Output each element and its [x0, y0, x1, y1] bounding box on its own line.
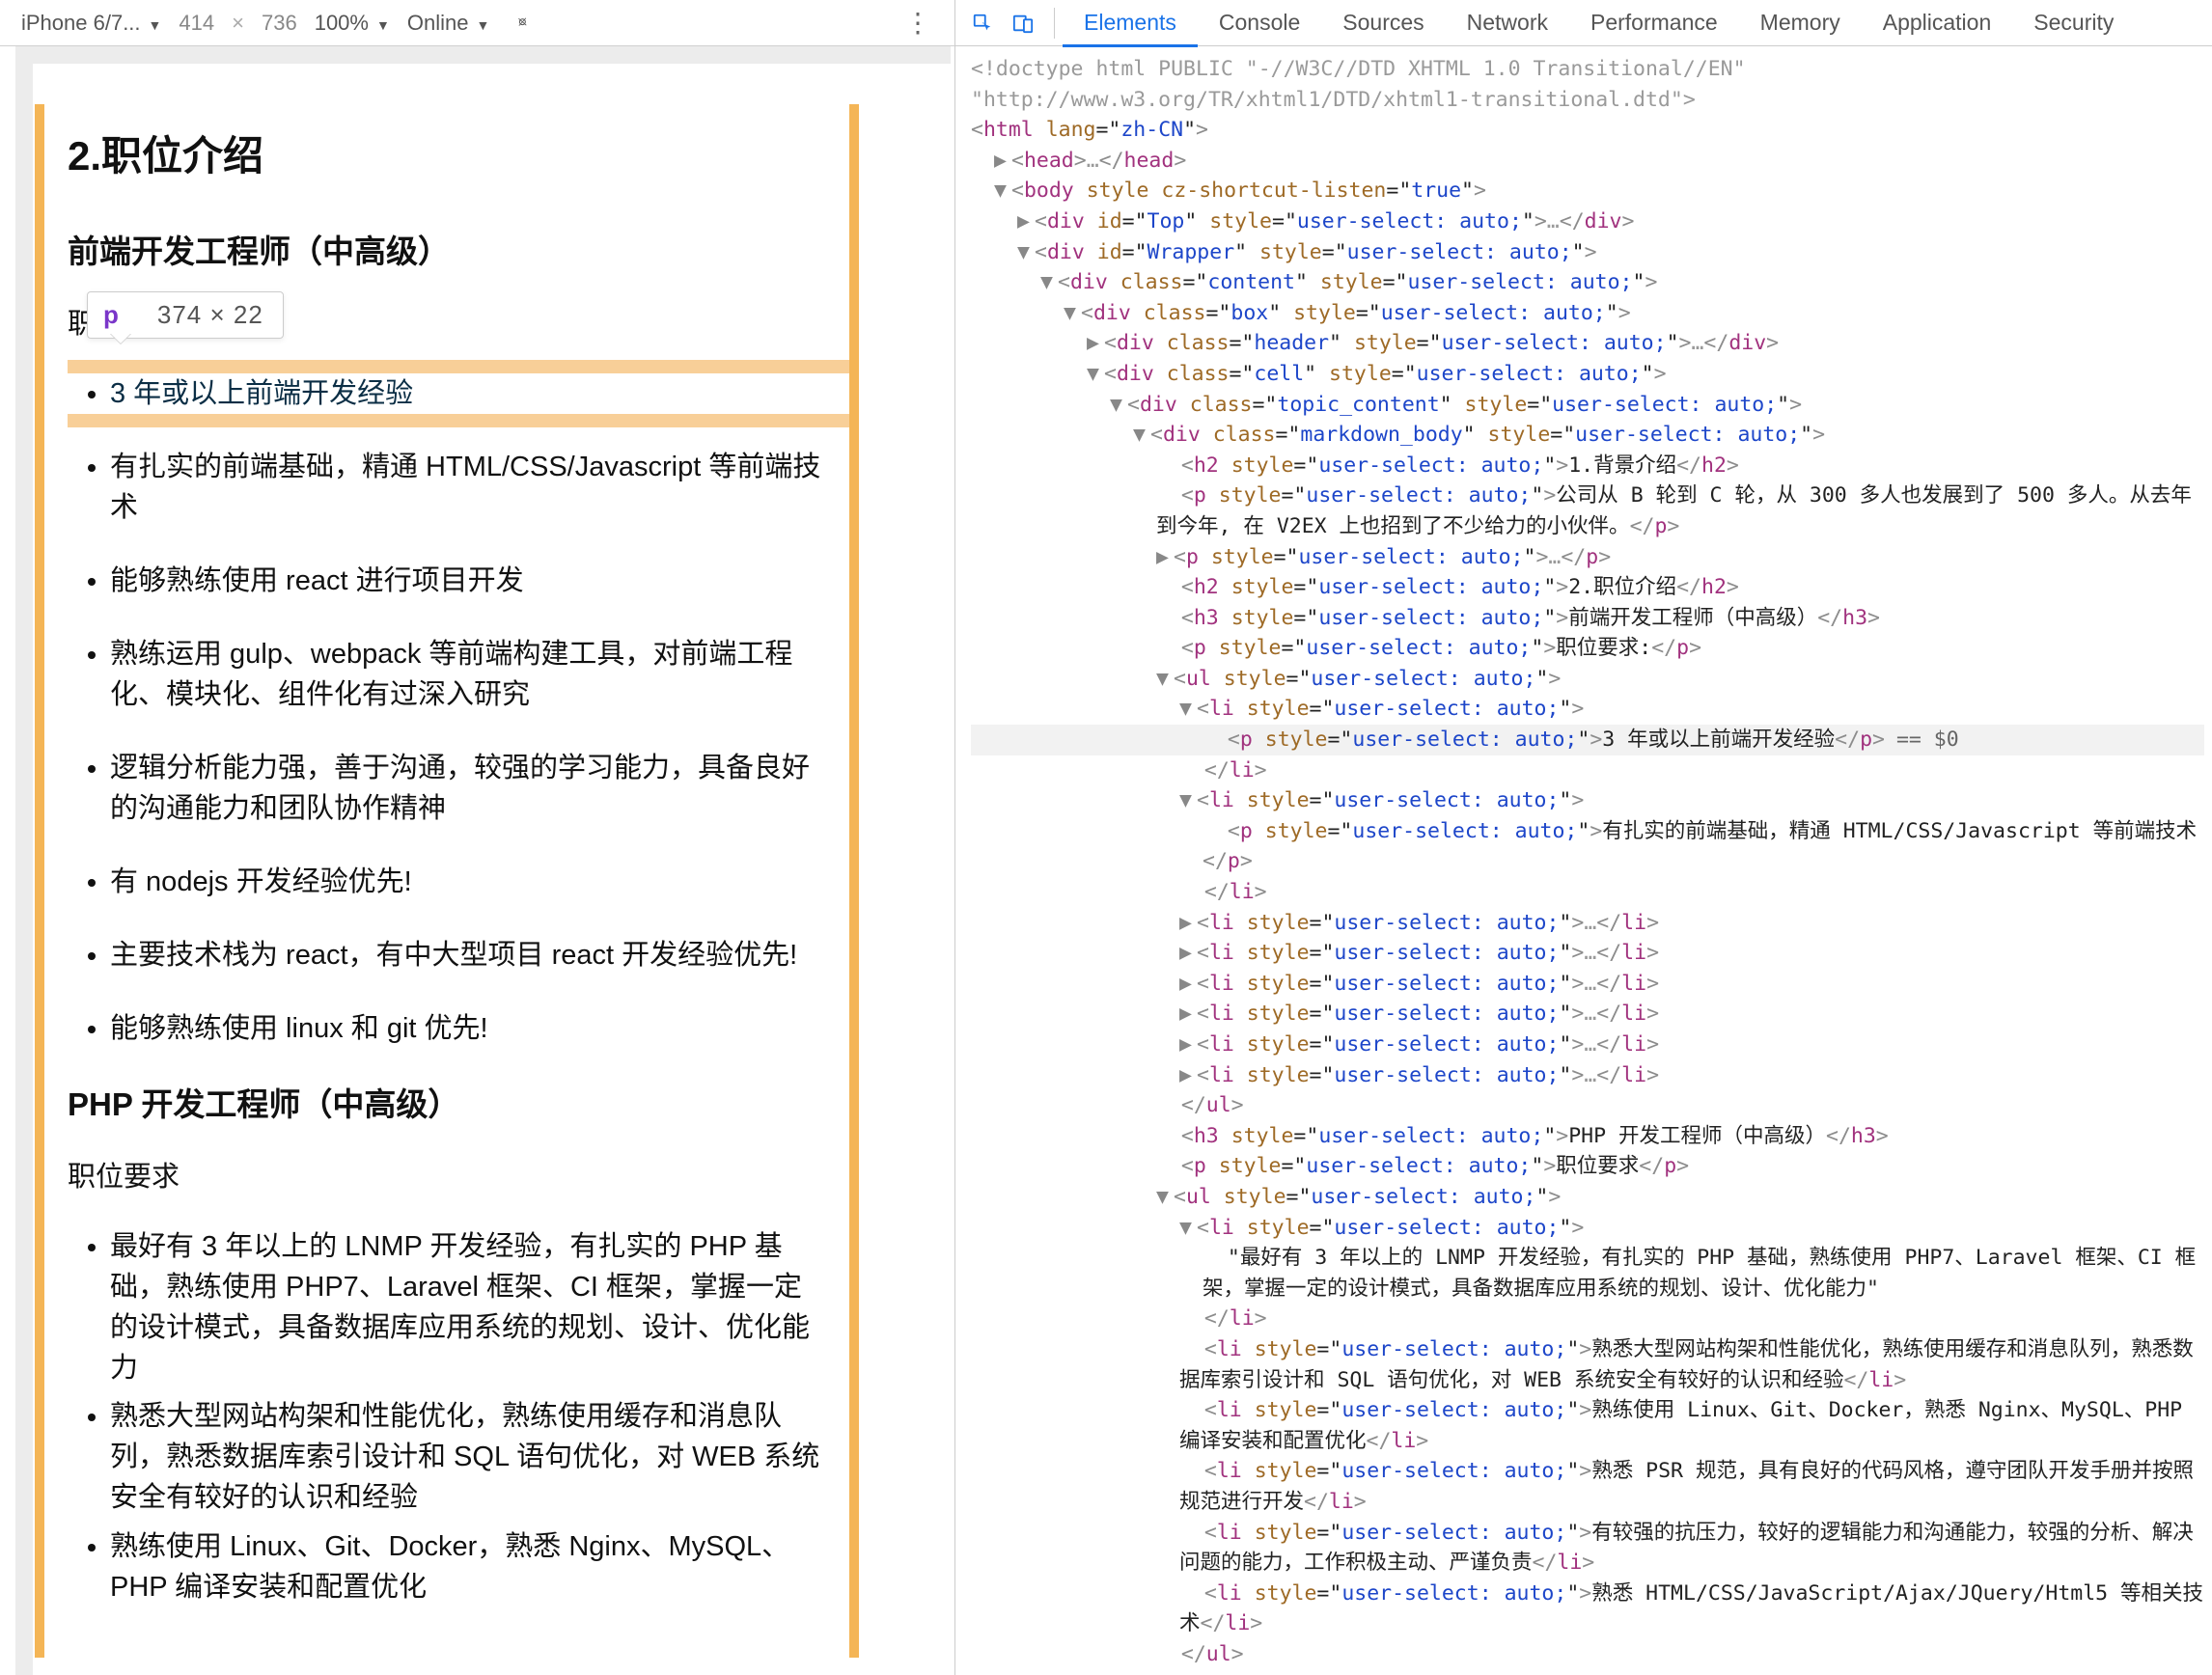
tab-performance[interactable]: Performance	[1569, 0, 1739, 46]
dom-node[interactable]: ▼<ul style="user-select: auto;">	[971, 664, 2204, 695]
list-item: 熟悉大型网站构架和性能优化，熟练使用缓存和消息队列，熟悉数据库索引设计和 SQL…	[110, 1396, 826, 1518]
inspect-icon[interactable]	[965, 6, 1000, 41]
dom-node[interactable]: ▶<li style="user-select: auto;">…</li>	[971, 908, 2204, 939]
tooltip-tag: p	[103, 300, 119, 330]
tooltip-dimensions: 374 × 22	[157, 300, 263, 330]
dom-node[interactable]: ▶<li style="user-select: auto;">…</li>	[971, 1060, 2204, 1091]
tab-elements[interactable]: Elements	[1063, 0, 1198, 46]
dom-node[interactable]: </ul>	[971, 1090, 2204, 1121]
doctype-line-2: "http://www.w3.org/TR/xhtml1/DTD/xhtml1-…	[971, 88, 1696, 112]
list-item: 能够熟练使用 linux 和 git 优先!	[110, 1008, 826, 1049]
requirements-label: 职位要求	[68, 1157, 826, 1197]
viewport-x: ×	[232, 11, 244, 36]
dom-node[interactable]: <li style="user-select: auto;">熟悉大型网站构架和…	[971, 1334, 2204, 1395]
dom-node[interactable]: ▶<head>…</head>	[971, 146, 2204, 177]
list-item: 最好有 3 年以上的 LNMP 开发经验，有扎实的 PHP 基础，熟练使用 PH…	[110, 1226, 826, 1388]
tab-memory[interactable]: Memory	[1739, 0, 1862, 46]
dom-node-selected[interactable]: <p style="user-select: auto;">3 年或以上前端开发…	[971, 725, 2204, 755]
device-mode-icon[interactable]	[1006, 6, 1040, 41]
list-item: 熟练运用 gulp、webpack 等前端构建工具，对前端工程化、模块化、组件化…	[110, 634, 826, 715]
dom-node[interactable]: <h2 style="user-select: auto;">1.背景介绍</h…	[971, 451, 2204, 481]
dom-node[interactable]: ▼<div class="cell" style="user-select: a…	[971, 359, 2204, 390]
list-item: 能够熟练使用 react 进行项目开发	[110, 561, 826, 601]
dom-node[interactable]: <li style="user-select: auto;">熟悉 PSR 规范…	[971, 1456, 2204, 1517]
dom-node[interactable]: <p style="user-select: auto;">公司从 B 轮到 C…	[971, 481, 2204, 541]
dom-node[interactable]: <li style="user-select: auto;">熟悉 HTML/C…	[971, 1579, 2204, 1639]
dom-node[interactable]: ▶<li style="user-select: auto;">…</li>	[971, 969, 2204, 1000]
kebab-menu-icon[interactable]: ⋮	[904, 7, 933, 39]
dom-node[interactable]: ▶<div class="header" style="user-select:…	[971, 328, 2204, 359]
list-item: 有扎实的前端基础，精通 HTML/CSS/Javascript 等前端技术	[110, 447, 826, 528]
tab-security[interactable]: Security	[2012, 0, 2135, 46]
dom-node[interactable]: <li style="user-select: auto;">熟练使用 Linu…	[971, 1395, 2204, 1456]
network-selector[interactable]: Online▼	[407, 11, 489, 36]
viewport-width[interactable]: 414	[179, 11, 214, 36]
section-heading-2: 2.职位介绍	[68, 127, 826, 186]
list-item-text: 3 年或以上前端开发经验	[110, 373, 826, 414]
job-title-frontend: 前端开发工程师（中高级）	[68, 229, 826, 275]
dom-node[interactable]: </ul>	[971, 1639, 2204, 1670]
device-toolbar: iPhone 6/7...▼ 414 × 736 100%▼ Online▼ ⌖…	[0, 0, 954, 46]
dom-node[interactable]: ▶<p style="user-select: auto;">…</p>	[971, 542, 2204, 573]
dom-node[interactable]: <h3 style="user-select: auto;">PHP 开发工程师…	[971, 1121, 2204, 1152]
dom-node[interactable]: </li>	[971, 1304, 2204, 1334]
dom-node[interactable]: ▼<div id="Wrapper" style="user-select: a…	[971, 237, 2204, 268]
php-requirements-list: 最好有 3 年以上的 LNMP 开发经验，有扎实的 PHP 基础，熟练使用 PH…	[68, 1226, 826, 1606]
dom-node[interactable]: "最好有 3 年以上的 LNMP 开发经验，有扎实的 PHP 基础，熟练使用 P…	[971, 1243, 2204, 1304]
job-title-php: PHP 开发工程师（中高级）	[68, 1082, 826, 1128]
dom-node[interactable]: <h2 style="user-select: auto;">2.职位介绍</h…	[971, 572, 2204, 603]
dom-node[interactable]: ▼<div class="topic_content" style="user-…	[971, 390, 2204, 421]
ruler-horizontal	[15, 46, 951, 64]
dom-node[interactable]: ▼<body style cz-shortcut-listen="true">	[971, 176, 2204, 206]
dom-node[interactable]: ▼<li style="user-select: auto;">	[971, 785, 2204, 816]
tab-application[interactable]: Application	[1862, 0, 2013, 46]
dom-node[interactable]: ▶<div id="Top" style="user-select: auto;…	[971, 206, 2204, 237]
element-tooltip: p 374 × 22	[87, 291, 284, 339]
rotate-icon[interactable]: ⌖	[511, 11, 534, 35]
frontend-requirements-list: 3 年或以上前端开发经验 有扎实的前端基础，精通 HTML/CSS/Javasc…	[68, 373, 826, 1050]
viewport-height[interactable]: 736	[262, 11, 297, 36]
dom-tree[interactable]: <!doctype html PUBLIC "-//W3C//DTD XHTML…	[955, 46, 2212, 1675]
tab-network[interactable]: Network	[1446, 0, 1569, 46]
ruler-vertical	[15, 46, 33, 1675]
dom-node[interactable]: ▼<ul style="user-select: auto;">	[971, 1182, 2204, 1213]
list-item: 有 nodejs 开发经验优先!	[110, 862, 826, 902]
list-item: 主要技术栈为 react，有中大型项目 react 开发经验优先!	[110, 935, 826, 975]
dom-node[interactable]: ▶<li style="user-select: auto;">…</li>	[971, 1030, 2204, 1060]
list-item: 熟练使用 Linux、Git、Docker，熟悉 Nginx、MySQL、PHP…	[110, 1526, 826, 1607]
dom-node[interactable]: <html lang="zh-CN">	[971, 115, 2204, 146]
list-item-highlighted: 3 年或以上前端开发经验	[110, 373, 826, 414]
tab-console[interactable]: Console	[1198, 0, 1321, 46]
dom-node[interactable]: <li style="user-select: auto;">有较强的抗压力，较…	[971, 1518, 2204, 1579]
dom-node[interactable]: <p style="user-select: auto;">职位要求</p>	[971, 1151, 2204, 1182]
devtools-tabs: Elements Console Sources Network Perform…	[955, 0, 2212, 46]
dom-node[interactable]: <p style="user-select: auto;">职位要求:</p>	[971, 633, 2204, 664]
dom-node[interactable]: <p style="user-select: auto;">有扎实的前端基础，精…	[971, 816, 2204, 877]
dom-node[interactable]: ▼<li style="user-select: auto;">	[971, 1213, 2204, 1244]
tab-sources[interactable]: Sources	[1321, 0, 1445, 46]
dom-node[interactable]: ▼<div class="markdown_body" style="user-…	[971, 420, 2204, 451]
dom-node[interactable]: <h3 style="user-select: auto;">前端开发工程师（中…	[971, 603, 2204, 634]
dom-node[interactable]: ▶<li style="user-select: auto;">…</li>	[971, 938, 2204, 969]
device-selector[interactable]: iPhone 6/7...▼	[21, 11, 161, 36]
dom-node[interactable]: </li>	[971, 877, 2204, 908]
doctype-line-1: <!doctype html PUBLIC "-//W3C//DTD XHTML…	[971, 57, 1746, 81]
dom-node[interactable]: ▼<li style="user-select: auto;">	[971, 694, 2204, 725]
list-item: 逻辑分析能力强，善于沟通，较强的学习能力，具备良好的沟通能力和团队协作精神	[110, 748, 826, 829]
dom-node[interactable]: </li>	[971, 755, 2204, 786]
zoom-selector[interactable]: 100%▼	[315, 11, 390, 36]
dom-node[interactable]: ▼<div class="box" style="user-select: au…	[971, 298, 2204, 329]
dom-node[interactable]: ▼<div class="content" style="user-select…	[971, 267, 2204, 298]
dom-node[interactable]: ▶<li style="user-select: auto;">…</li>	[971, 999, 2204, 1030]
